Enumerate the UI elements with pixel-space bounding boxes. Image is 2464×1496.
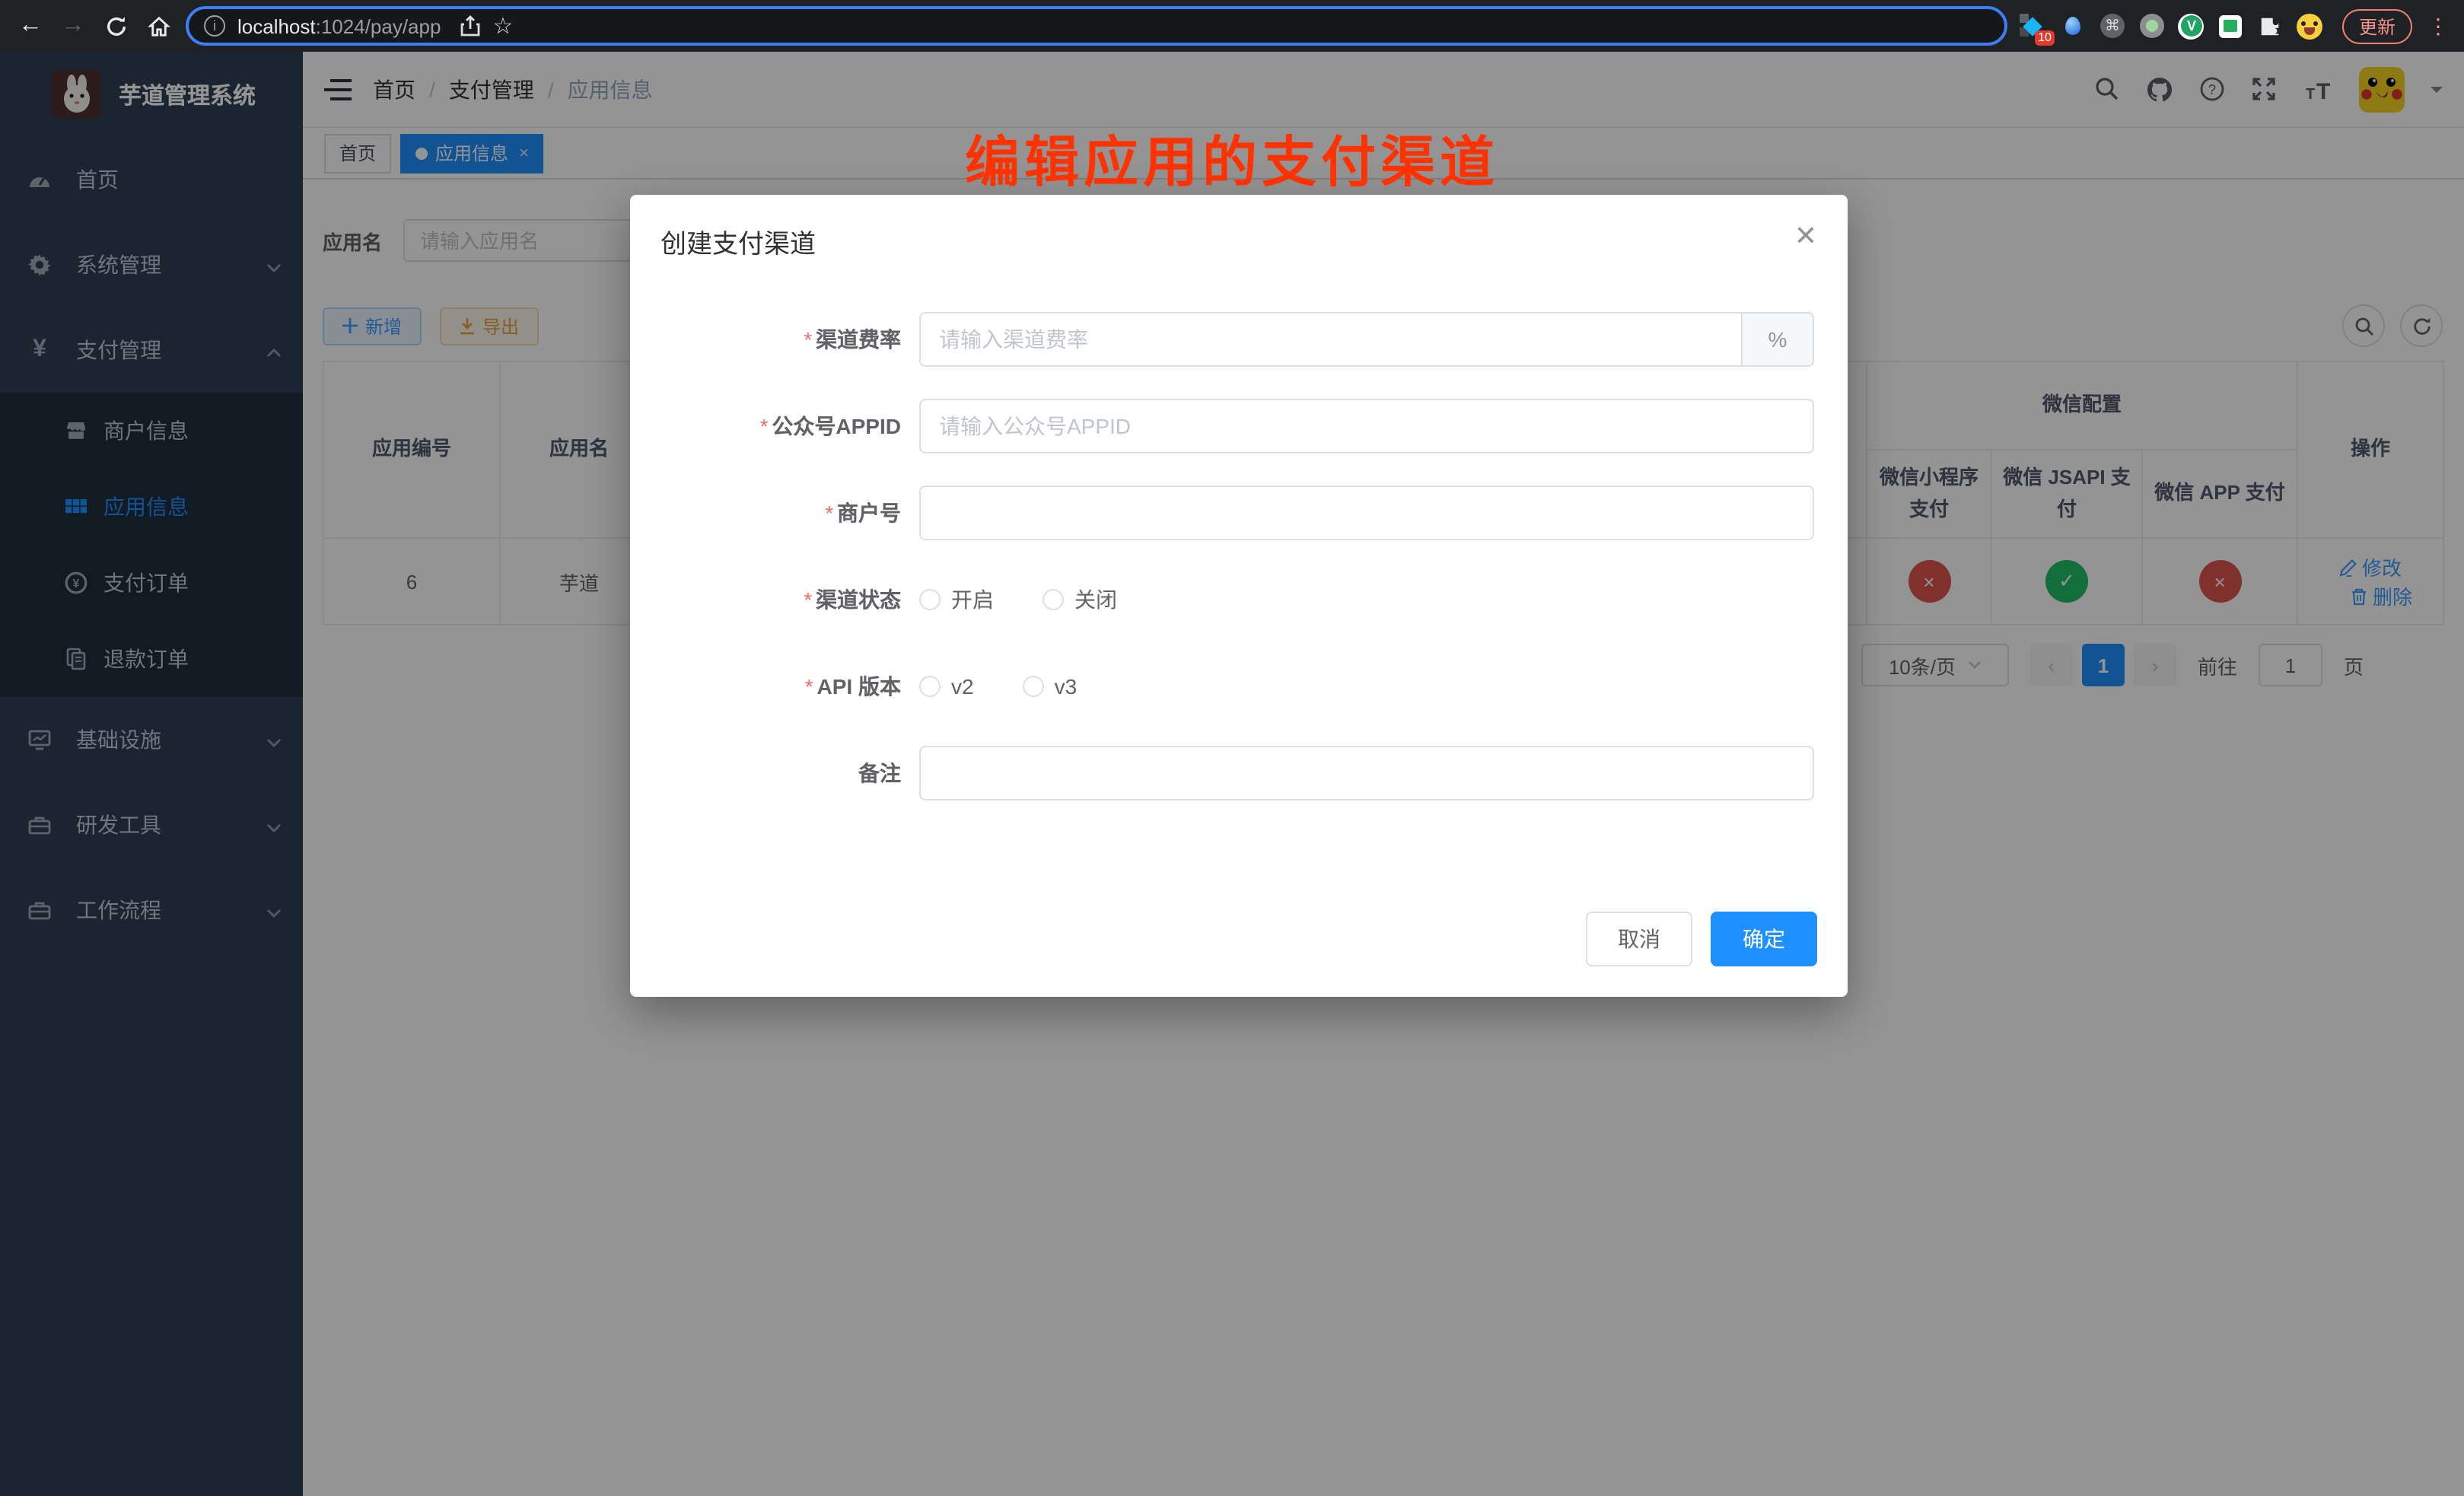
create-channel-dialog: 创建支付渠道 ✕ *渠道费率 % *公众号APPID — [630, 195, 1848, 997]
extension-chat-icon[interactable] — [2217, 12, 2245, 40]
forward-icon[interactable]: → — [58, 11, 88, 41]
field-appid: *公众号APPID — [630, 399, 1814, 454]
extension-workona-icon[interactable]: 10 — [2020, 12, 2047, 40]
address-bar[interactable]: i localhost:1024/pay/app ☆ — [186, 6, 2007, 46]
rate-input[interactable] — [919, 312, 1741, 367]
percent-suffix: % — [1741, 312, 1814, 367]
screen: ← → i localhost:1024/pay/app ☆ 10 ⌘ V — [0, 0, 2464, 1496]
share-icon[interactable] — [459, 14, 480, 37]
radio-status-closed[interactable]: 关闭 — [1043, 584, 1117, 615]
radio-circle-icon — [1043, 589, 1064, 610]
home-icon[interactable] — [143, 11, 173, 41]
extension-balloon-icon[interactable] — [2059, 12, 2087, 40]
cancel-button[interactable]: 取消 — [1586, 912, 1692, 966]
required-mark: * — [804, 674, 813, 699]
bookmark-star-icon[interactable]: ☆ — [492, 12, 513, 40]
app-window: 芋道管理系统 首页 系统管理 ¥ 支付管理 — [0, 52, 2464, 1496]
extensions-puzzle-icon[interactable] — [2257, 12, 2284, 40]
appid-input[interactable] — [919, 399, 1814, 454]
site-info-icon[interactable]: i — [204, 15, 225, 37]
radio-circle-icon — [919, 589, 941, 610]
remark-input[interactable] — [919, 746, 1814, 801]
confirm-button[interactable]: 确定 — [1711, 912, 1817, 966]
chrome-update-button[interactable]: 更新 — [2342, 8, 2412, 43]
close-icon[interactable]: ✕ — [1794, 222, 1817, 250]
chrome-menu-icon[interactable]: ⋮ — [2427, 13, 2449, 39]
radio-api-v2[interactable]: v2 — [919, 674, 974, 699]
back-icon[interactable]: ← — [15, 11, 46, 41]
radio-circle-icon — [1023, 676, 1044, 697]
extension-v-icon[interactable]: V — [2178, 12, 2205, 40]
required-mark: * — [803, 587, 811, 612]
annotation-text: 编辑应用的支付渠道 — [965, 119, 1499, 198]
field-rate: *渠道费率 % — [630, 312, 1814, 367]
extension-badge: 10 — [2035, 30, 2055, 46]
field-merchant: *商户号 — [630, 485, 1814, 540]
field-api-version: *API 版本 v2 v3 — [630, 659, 1814, 714]
radio-status-open[interactable]: 开启 — [919, 584, 994, 615]
dialog-title: 创建支付渠道 — [661, 222, 816, 260]
merchant-input[interactable] — [919, 485, 1814, 540]
required-mark: * — [759, 414, 768, 438]
reload-icon[interactable] — [100, 11, 131, 41]
field-remark: 备注 — [630, 746, 1814, 801]
required-mark: * — [803, 327, 811, 352]
field-status: *渠道状态 开启 关闭 — [630, 572, 1814, 627]
radio-api-v3[interactable]: v3 — [1023, 674, 1078, 699]
browser-chrome: ← → i localhost:1024/pay/app ☆ 10 ⌘ V — [0, 0, 2464, 52]
required-mark: * — [824, 501, 832, 525]
profile-avatar-icon[interactable] — [2297, 12, 2324, 40]
url-text: localhost:1024/pay/app — [237, 14, 441, 37]
extension-command-icon[interactable]: ⌘ — [2099, 12, 2126, 40]
radio-circle-icon — [919, 676, 941, 697]
extension-recorder-icon[interactable] — [2138, 12, 2166, 40]
